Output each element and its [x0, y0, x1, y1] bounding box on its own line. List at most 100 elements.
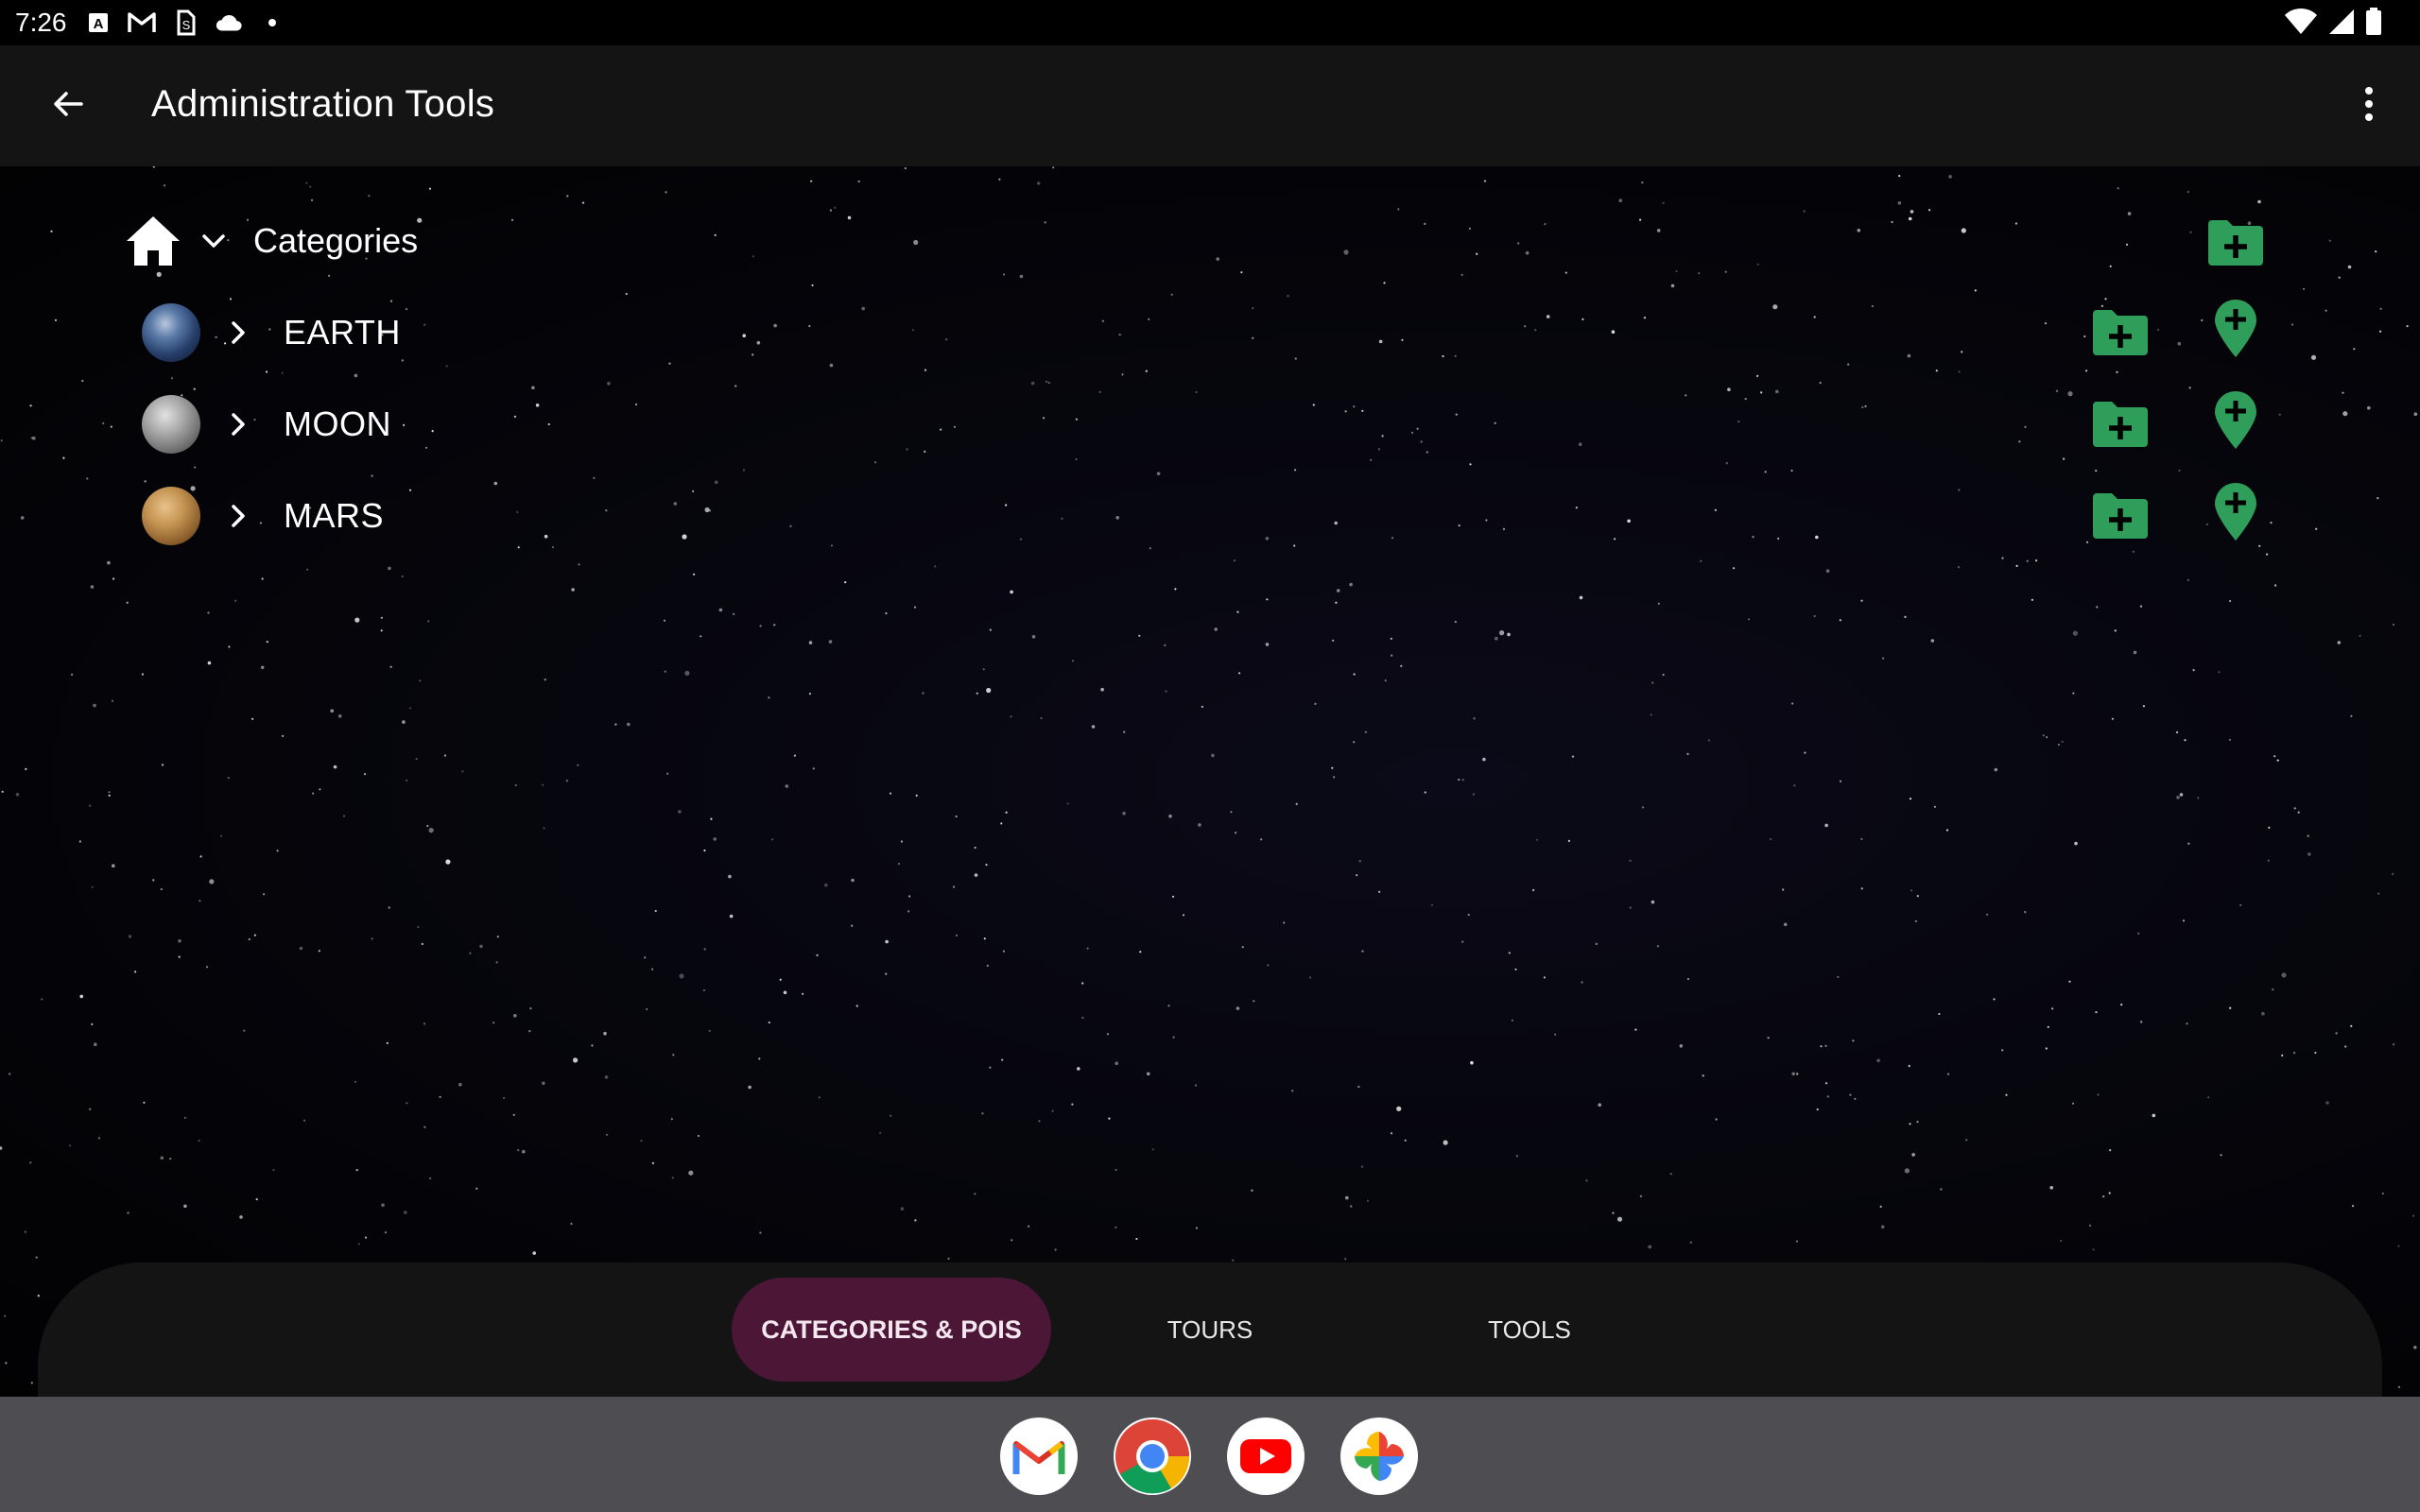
- tree-root-label: Categories: [253, 221, 419, 260]
- add-subcategory-button-earth[interactable]: [2087, 300, 2153, 366]
- star: [1370, 458, 1373, 461]
- more-options-button[interactable]: [2350, 74, 2388, 134]
- star: [2261, 1011, 2265, 1016]
- star: [1733, 567, 1736, 570]
- star: [2049, 1186, 2053, 1190]
- star: [37, 1295, 40, 1297]
- star: [1397, 208, 1400, 211]
- star: [78, 840, 81, 843]
- chevron-right-icon[interactable]: [221, 407, 255, 441]
- youtube-app-button[interactable]: [1227, 1418, 1305, 1495]
- star: [1744, 398, 1747, 401]
- star: [1554, 1033, 1557, 1036]
- add-poi-button-earth[interactable]: [2203, 296, 2269, 362]
- tab-categories-pois[interactable]: CATEGORIES & POIS: [732, 1278, 1051, 1382]
- star: [112, 864, 115, 868]
- star: [1752, 536, 1754, 539]
- photos-app-button[interactable]: [1340, 1418, 1418, 1495]
- add-root-category-button[interactable]: [2203, 210, 2269, 276]
- star: [605, 1133, 609, 1136]
- star: [1860, 887, 1863, 890]
- star: [2406, 325, 2409, 328]
- star: [1910, 889, 1913, 892]
- gmail-app-button[interactable]: [1000, 1418, 1078, 1495]
- tree-item-mars[interactable]: MARS: [142, 478, 384, 554]
- star: [207, 611, 210, 614]
- star: [1634, 1028, 1637, 1031]
- tree-item-earth[interactable]: EARTH: [142, 295, 401, 370]
- back-button[interactable]: [38, 74, 98, 134]
- star: [1945, 829, 1949, 832]
- star: [2139, 605, 2143, 608]
- star: [2116, 370, 2118, 373]
- star: [2152, 1113, 2156, 1118]
- star: [1115, 1061, 1118, 1065]
- star: [2207, 1096, 2210, 1099]
- star: [924, 450, 926, 453]
- star: [2024, 911, 2027, 914]
- star: [281, 371, 284, 374]
- tree-item-moon[interactable]: MOON: [142, 387, 391, 462]
- star: [402, 720, 406, 724]
- add-poi-button-mars[interactable]: [2203, 479, 2269, 545]
- star: [1047, 382, 1050, 385]
- star: [1081, 982, 1084, 985]
- star: [714, 233, 717, 236]
- chevron-down-icon[interactable]: [197, 224, 231, 258]
- tab-tools[interactable]: TOOLS: [1435, 1278, 1624, 1382]
- chrome-app-button[interactable]: [1114, 1418, 1191, 1495]
- star: [2109, 1149, 2112, 1152]
- star: [2392, 623, 2394, 627]
- add-location-icon: [2215, 483, 2256, 541]
- star: [2117, 187, 2119, 190]
- star: [1598, 1103, 1601, 1107]
- star: [282, 734, 285, 738]
- star: [1287, 295, 1289, 298]
- star: [198, 1140, 200, 1143]
- star: [565, 780, 568, 782]
- star: [2273, 755, 2276, 758]
- star: [1483, 180, 1487, 182]
- star: [408, 707, 412, 710]
- star: [570, 1222, 573, 1226]
- star: [847, 215, 852, 220]
- create-folder-icon: [2208, 220, 2263, 266]
- star: [2290, 323, 2293, 326]
- star: [1236, 1006, 1240, 1010]
- star: [1911, 1153, 1915, 1157]
- star: [1353, 405, 1356, 408]
- star: [2142, 705, 2145, 708]
- create-folder-icon: [2093, 493, 2148, 539]
- star: [1698, 272, 1701, 275]
- star: [90, 585, 95, 589]
- star: [408, 489, 412, 491]
- star: [1469, 463, 1472, 466]
- star: [1543, 976, 1546, 979]
- star: [2297, 811, 2300, 814]
- star: [735, 385, 737, 387]
- add-poi-button-moon[interactable]: [2203, 387, 2269, 454]
- tab-tours[interactable]: TOURS: [1115, 1278, 1305, 1382]
- star: [512, 1113, 515, 1116]
- star: [1171, 895, 1175, 898]
- star: [703, 948, 706, 951]
- star: [1001, 1058, 1004, 1061]
- star: [1357, 1085, 1360, 1089]
- star: [714, 480, 718, 485]
- star: [1091, 725, 1096, 729]
- star: [1461, 940, 1464, 943]
- chevron-right-icon[interactable]: [221, 499, 255, 533]
- star: [2061, 740, 2064, 743]
- a-icon: A: [84, 9, 112, 37]
- chevron-right-icon[interactable]: [221, 316, 255, 350]
- star: [1656, 229, 1661, 232]
- tree-root-categories[interactable]: Categories: [123, 208, 418, 274]
- add-subcategory-button-mars[interactable]: [2087, 483, 2153, 549]
- star: [94, 1042, 97, 1046]
- star: [828, 640, 833, 644]
- star: [255, 1198, 258, 1201]
- add-subcategory-button-moon[interactable]: [2087, 391, 2153, 457]
- sim-icon: S: [171, 9, 199, 37]
- star: [1294, 357, 1297, 360]
- star: [1651, 681, 1654, 684]
